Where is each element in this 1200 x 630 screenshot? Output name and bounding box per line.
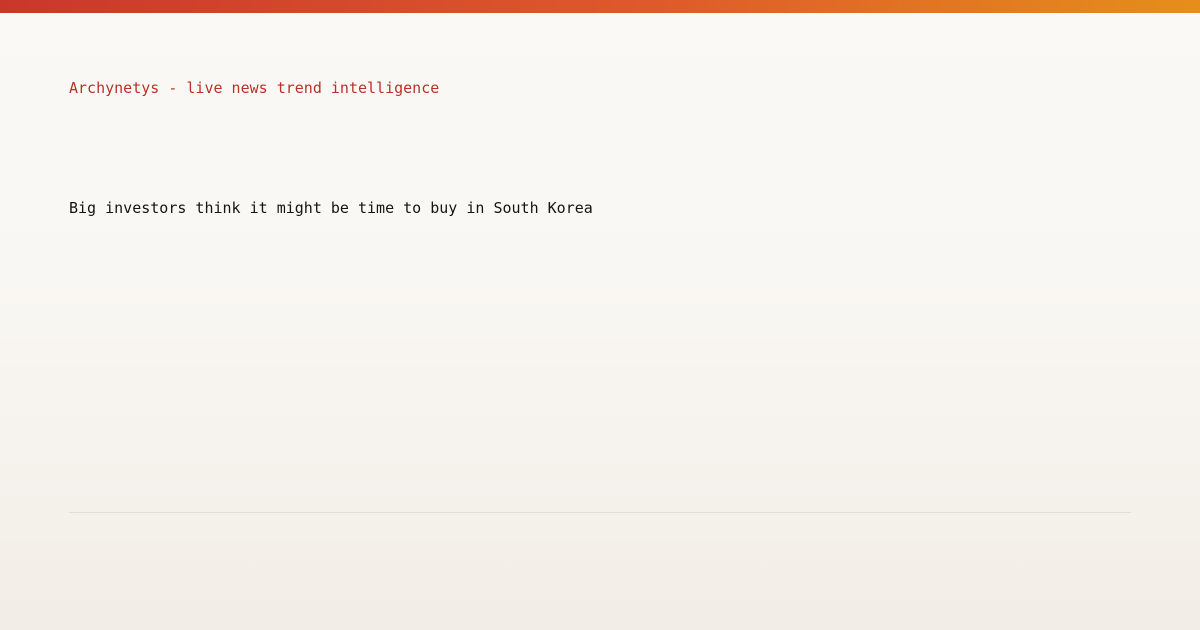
- site-brand-tagline: Archynetys - live news trend intelligenc…: [69, 79, 440, 97]
- article-headline: Big investors think it might be time to …: [69, 199, 593, 217]
- footer-divider: [69, 512, 1131, 513]
- accent-top-bar: [0, 0, 1200, 13]
